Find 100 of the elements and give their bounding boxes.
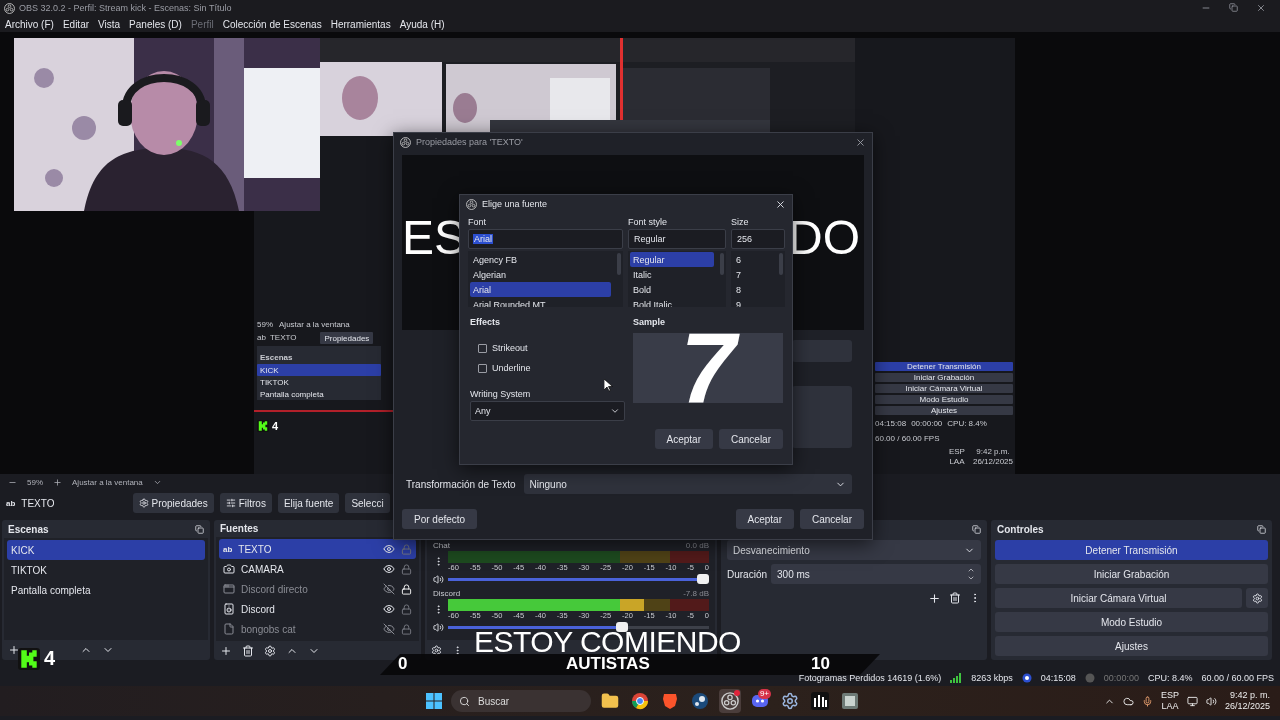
speaker-icon[interactable] <box>433 573 444 585</box>
menu-item[interactable]: Colección de Escenas <box>222 18 322 30</box>
source-item[interactable]: bongobs cat <box>219 619 416 640</box>
menu-item[interactable]: Vista <box>98 18 121 30</box>
writing-system-select[interactable]: Any <box>470 401 625 421</box>
list-option[interactable]: 7 <box>733 267 773 282</box>
restore-icon[interactable] <box>1229 3 1238 12</box>
scene-item[interactable]: KICK <box>257 364 381 376</box>
speaker-icon[interactable] <box>433 621 444 633</box>
start-button[interactable] <box>425 692 443 710</box>
search-field[interactable]: Buscar <box>451 690 591 712</box>
control-button[interactable]: Iniciar Grabación <box>875 373 1013 382</box>
add-icon[interactable] <box>928 592 941 605</box>
font-field[interactable]: 256 <box>731 229 785 249</box>
list-option[interactable]: Bold Italic <box>630 297 714 307</box>
stream-time: 04:15:08 <box>1040 673 1076 683</box>
microphone-icon[interactable] <box>1141 695 1153 707</box>
delete-icon[interactable] <box>949 592 961 604</box>
add-icon[interactable] <box>8 644 20 656</box>
properties-button[interactable]: Propiedades <box>320 332 374 344</box>
zoom-in-icon[interactable] <box>53 477 62 487</box>
close-icon[interactable] <box>775 198 786 210</box>
decrease-icon[interactable] <box>967 574 975 582</box>
scene-item[interactable]: TIKTOK <box>7 560 205 580</box>
control-button[interactable]: Ajustes <box>875 406 1013 415</box>
eye-off-icon[interactable] <box>383 583 395 596</box>
score-right: 10 <box>811 655 830 673</box>
transition-select[interactable]: Desvanecimiento <box>727 540 981 560</box>
add-icon[interactable] <box>220 644 232 657</box>
menu-item[interactable]: Archivo (F) <box>5 18 54 30</box>
increase-icon[interactable] <box>967 566 975 574</box>
checkbox[interactable]: Underline <box>470 359 625 377</box>
eye-icon[interactable] <box>383 603 395 616</box>
control-button[interactable]: Iniciar Grabación <box>995 564 1268 584</box>
context-button[interactable]: Propiedades <box>132 493 214 513</box>
control-button[interactable]: Detener Transmisión <box>995 540 1268 560</box>
scene-item[interactable]: TIKTOK <box>257 376 381 388</box>
control-button[interactable]: Ajustes <box>995 636 1268 656</box>
preview-text: DO <box>788 213 860 262</box>
list-option[interactable]: Bold <box>630 282 714 297</box>
delete-icon[interactable] <box>242 644 254 657</box>
control-button[interactable]: Iniciar Cámara Virtual <box>995 588 1242 608</box>
menu-item[interactable]: Ayuda (H) <box>399 18 445 30</box>
status-text: 04:15:08 <box>875 419 907 429</box>
volume-slider[interactable] <box>448 577 709 581</box>
cancel-button[interactable]: Cancelar <box>799 509 864 529</box>
eye-icon[interactable] <box>383 543 395 556</box>
undock-icon[interactable] <box>195 524 204 534</box>
network-icon[interactable] <box>1186 695 1198 707</box>
list-option[interactable]: 8 <box>733 282 773 297</box>
context-button[interactable]: Filtros <box>219 493 272 513</box>
list-option[interactable]: Algerian <box>470 267 611 282</box>
font-field[interactable]: Arial <box>468 229 623 249</box>
fit-dropdown[interactable]: Ajustar a la ventana <box>72 477 143 487</box>
eye-off-icon[interactable] <box>383 623 395 636</box>
source-item[interactable]: Discord directo <box>219 579 416 600</box>
settings-button[interactable] <box>1246 588 1268 608</box>
source-item[interactable]: ab TEXTO <box>219 539 416 560</box>
list-option[interactable]: Arial <box>470 282 611 297</box>
cancel-button[interactable]: Cancelar <box>718 429 783 449</box>
ok-button[interactable]: Aceptar <box>735 509 794 529</box>
control-button[interactable]: Modo Estudio <box>995 612 1268 632</box>
list-option[interactable]: Agency FB <box>470 252 611 267</box>
menu-item[interactable]: Editar <box>62 18 90 30</box>
taskbar-app[interactable] <box>719 689 741 713</box>
menu-item[interactable]: Herramientas <box>330 18 391 30</box>
cloud-icon[interactable] <box>1122 695 1134 707</box>
column-label: Font <box>468 217 487 227</box>
font-field[interactable]: Regular <box>628 229 726 249</box>
menu-item[interactable]: Paneles (D) <box>129 18 182 30</box>
ok-button[interactable]: Aceptar <box>654 429 713 449</box>
checkbox[interactable]: Strikeout <box>470 339 625 357</box>
eye-icon[interactable] <box>383 563 395 576</box>
undock-icon[interactable] <box>1257 524 1266 534</box>
volume-slider[interactable] <box>448 625 709 629</box>
close-icon[interactable] <box>1256 3 1266 13</box>
list-option[interactable]: Regular <box>630 252 714 267</box>
taskbar-app[interactable]: 9+ <box>749 689 771 713</box>
scene-item[interactable]: Pantalla completa <box>257 388 381 400</box>
source-item[interactable]: Discord <box>219 599 416 620</box>
defaults-button[interactable]: Por defecto <box>402 509 478 529</box>
list-option[interactable]: Arial Rounded MT <box>470 297 611 307</box>
source-item[interactable]: CAMARA <box>219 559 416 580</box>
scene-item[interactable]: Pantalla completa <box>7 580 205 600</box>
control-button[interactable]: Iniciar Cámara Virtual <box>875 384 1013 393</box>
transform-select[interactable]: Ninguno <box>523 474 852 494</box>
control-button[interactable]: Modo Estudio <box>875 395 1013 404</box>
undock-icon[interactable] <box>972 524 981 534</box>
volume-icon[interactable] <box>1205 695 1217 707</box>
list-option[interactable]: 6 <box>733 252 773 267</box>
lock-icon[interactable] <box>401 583 412 595</box>
duration-field[interactable]: 300 ms <box>771 564 981 584</box>
scene-item[interactable]: KICK <box>7 540 205 560</box>
language-text: ESP <box>1160 690 1179 701</box>
context-button[interactable]: Elija fuente <box>277 493 340 513</box>
close-icon[interactable] <box>855 136 866 148</box>
list-option[interactable]: Italic <box>630 267 714 282</box>
context-button[interactable]: Selecci <box>345 493 390 513</box>
list-option[interactable]: 9 <box>733 297 773 307</box>
control-button[interactable]: Detener Transmisión <box>875 362 1013 371</box>
